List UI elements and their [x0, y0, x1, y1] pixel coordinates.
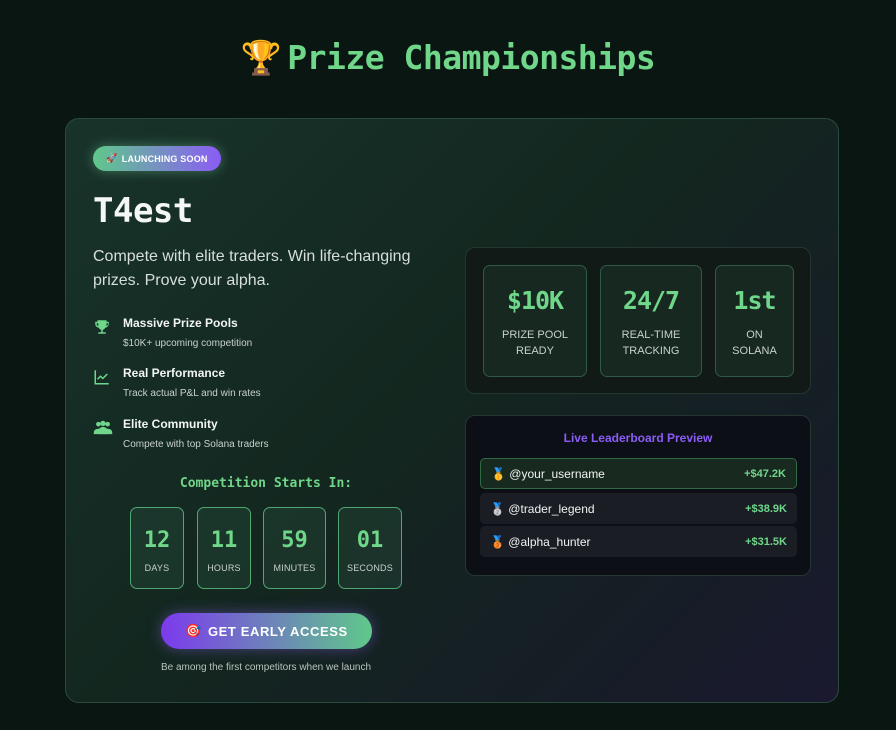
feature-title: Massive Prize Pools — [123, 316, 238, 330]
cta-subtext: Be among the first competitors when we l… — [160, 662, 372, 673]
stat-label: REAL-TIME TRACKING — [601, 327, 701, 359]
launching-soon-badge: 🚀 LAUNCHING SOON — [93, 146, 221, 171]
countdown-value: 11 — [210, 528, 238, 553]
feature-title: Real Performance — [123, 366, 226, 380]
countdown-value: 01 — [356, 528, 384, 553]
leaderboard-row: 🥇 @your_username +$47.2K — [480, 458, 797, 489]
page-title-text: Prize Championships — [287, 38, 656, 77]
stat-label: PRIZE POOL READY — [484, 327, 586, 359]
feature-prize-pools: Massive Prize Pools $10K+ upcoming compe… — [93, 316, 423, 349]
stat-label: ON SOLANA — [716, 327, 793, 359]
stats-panel: $10K PRIZE POOL READY 24/7 REAL-TIME TRA… — [465, 247, 811, 394]
bronze-medal-icon: 🥉 — [490, 534, 505, 549]
stat-prize-pool: $10K PRIZE POOL READY — [483, 265, 587, 377]
leaderboard-username: @alpha_hunter — [508, 534, 591, 549]
countdown-value: 12 — [143, 528, 171, 553]
feature-real-performance: Real Performance Track actual P&L and wi… — [93, 366, 423, 399]
leaderboard-row: 🥈 @trader_legend +$38.9K — [480, 493, 797, 524]
leaderboard-username: @your_username — [509, 466, 605, 481]
stat-value: 1st — [733, 286, 776, 315]
feature-desc: Track actual P&L and win rates — [123, 388, 261, 399]
silver-medal-icon: 🥈 — [490, 501, 505, 516]
stat-label-line: SOLANA — [732, 345, 777, 357]
event-tagline: Compete with elite traders. Win life-cha… — [93, 248, 411, 289]
countdown-hours: 11 HOURS — [197, 507, 251, 589]
leaderboard-user: 🥇 @your_username — [491, 467, 605, 481]
leaderboard-user: 🥈 @trader_legend — [490, 502, 595, 516]
countdown-minutes: 59 MINUTES — [263, 507, 326, 589]
badge-label: LAUNCHING SOON — [121, 153, 208, 164]
stat-value: 24/7 — [622, 286, 680, 315]
feature-desc: Compete with top Solana traders — [123, 439, 269, 450]
countdown-value: 59 — [281, 528, 308, 553]
page-title: 🏆 Prize Championships — [0, 38, 896, 78]
leaderboard-title: Live Leaderboard Preview — [563, 431, 713, 445]
leaderboard-user: 🥉 @alpha_hunter — [490, 535, 591, 549]
feature-desc: $10K+ upcoming competition — [123, 338, 253, 349]
stat-value: $10K — [506, 286, 564, 315]
chart-line-icon — [93, 366, 123, 399]
stat-first-on-solana: 1st ON SOLANA — [715, 265, 794, 377]
trophy-emoji-icon: 🏆 — [240, 38, 282, 77]
stat-label-line: PRIZE POOL — [501, 329, 569, 341]
countdown-label: SECONDS — [347, 563, 393, 573]
gold-medal-icon: 🥇 — [491, 466, 506, 481]
target-icon: 🎯 — [185, 623, 202, 638]
rocket-icon: 🚀 — [106, 153, 118, 163]
get-early-access-button[interactable]: 🎯 GET EARLY ACCESS — [161, 613, 372, 649]
cta-label: GET EARLY ACCESS — [207, 623, 348, 639]
leaderboard-username: @trader_legend — [508, 501, 595, 516]
stat-label-line: READY — [516, 345, 554, 357]
stat-tracking: 24/7 REAL-TIME TRACKING — [600, 265, 702, 377]
stat-label-line: TRACKING — [622, 345, 680, 357]
countdown-label: DAYS — [144, 563, 170, 573]
leaderboard-pnl: +$47.2K — [744, 467, 786, 480]
countdown-label: HOURS — [207, 563, 241, 573]
leaderboard-preview: Live Leaderboard Preview 🥇 @your_usernam… — [465, 415, 811, 576]
countdown-seconds: 01 SECONDS — [338, 507, 402, 589]
feature-title: Elite Community — [123, 417, 218, 431]
leaderboard-row: 🥉 @alpha_hunter +$31.5K — [480, 526, 797, 557]
users-icon — [93, 417, 123, 450]
championship-card: 🚀 LAUNCHING SOON T4est Compete with elit… — [65, 118, 839, 703]
leaderboard-pnl: +$31.5K — [745, 535, 787, 548]
leaderboard-pnl: +$38.9K — [745, 502, 787, 515]
stat-label-line: REAL-TIME — [621, 329, 681, 341]
event-name: T4est — [93, 191, 193, 231]
countdown-title: Competition Starts In: — [179, 476, 353, 491]
countdown-label: MINUTES — [273, 563, 316, 573]
feature-elite-community: Elite Community Compete with top Solana … — [93, 417, 423, 450]
countdown-days: 12 DAYS — [130, 507, 184, 589]
trophy-icon — [93, 316, 123, 349]
stat-label-line: ON — [746, 329, 763, 341]
